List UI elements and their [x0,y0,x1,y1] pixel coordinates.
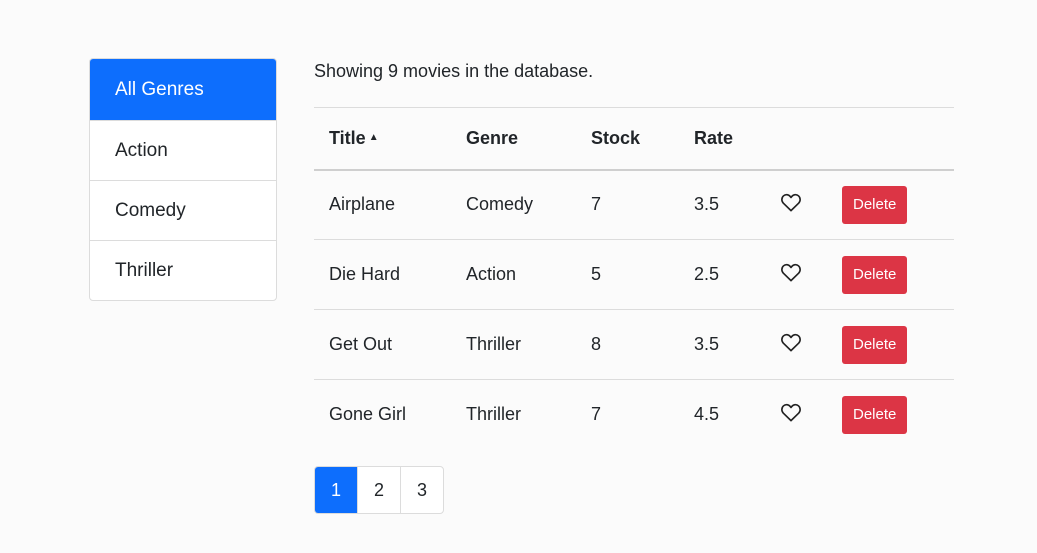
genre-item-action[interactable]: Action [90,120,276,180]
delete-button[interactable]: Delete [842,325,908,364]
column-header-actions [827,108,954,170]
movie-title-cell: Get Out [329,334,393,354]
column-header-title-label: Title [329,127,366,148]
heart-outline-icon[interactable] [780,332,802,352]
movie-genre-cell: Comedy [466,194,534,215]
page-link-1[interactable]: 1 [315,467,357,513]
movie-rate-cell: 3.5 [694,194,720,215]
heart-outline-icon[interactable] [780,402,802,422]
sort-ascending-icon: ▲ [368,131,379,143]
movie-title-cell: Gone Girl [329,404,407,425]
column-header-genre[interactable]: Genre [451,108,576,170]
page-link-2[interactable]: 2 [357,467,400,513]
movie-genre-cell: Thriller [466,334,522,354]
column-header-stock[interactable]: Stock [576,108,679,170]
movie-genre-cell: Thriller [466,404,522,425]
genre-list: All Genres Action Comedy Thriller [89,58,277,301]
table-row: Die Hard Action 5 2.5 Delete [314,240,954,310]
movie-rate-cell: 4.5 [694,404,720,425]
genre-item-all-genres[interactable]: All Genres [90,59,276,120]
delete-button[interactable]: Delete [842,185,908,224]
pagination: 1 2 3 [314,466,444,514]
like-cell [765,240,827,310]
column-header-rate[interactable]: Rate [679,108,765,170]
heart-outline-icon[interactable] [780,192,802,212]
page-link-3[interactable]: 3 [400,467,443,513]
movie-title-cell: Die Hard [329,264,401,284]
movie-genre-cell: Action [466,264,517,284]
movies-table: Title ▲ Genre Stock Rate Airplane Comedy 7 3… [314,107,954,450]
column-header-title[interactable]: Title ▲ [314,108,451,170]
like-cell [765,170,827,240]
like-cell [765,380,827,450]
genre-item-thriller[interactable]: Thriller [90,240,276,300]
like-cell [765,310,827,380]
movie-stock-cell: 5 [591,264,602,284]
actions-cell: Delete [827,170,954,240]
heart-outline-icon[interactable] [780,262,802,282]
delete-button[interactable]: Delete [842,395,908,434]
movie-stock-cell: 7 [591,194,602,215]
table-row: Get Out Thriller 8 3.5 Delete [314,310,954,380]
table-row: Gone Girl Thriller 7 4.5 Delete [314,380,954,450]
column-header-like [765,108,827,170]
movie-rate-cell: 2.5 [694,264,720,284]
movie-title-cell: Airplane [329,194,396,215]
table-header-row: Title ▲ Genre Stock Rate [314,107,954,170]
movie-stock-cell: 8 [591,334,602,354]
actions-cell: Delete [827,380,954,450]
actions-cell: Delete [827,240,954,310]
table-row: Airplane Comedy 7 3.5 Delete [314,170,954,240]
actions-cell: Delete [827,310,954,380]
movie-stock-cell: 7 [591,404,602,425]
genre-item-comedy[interactable]: Comedy [90,180,276,240]
delete-button[interactable]: Delete [842,255,908,294]
movie-rate-cell: 3.5 [694,334,720,354]
movie-count-text: Showing 9 movies in the database. [314,61,594,81]
